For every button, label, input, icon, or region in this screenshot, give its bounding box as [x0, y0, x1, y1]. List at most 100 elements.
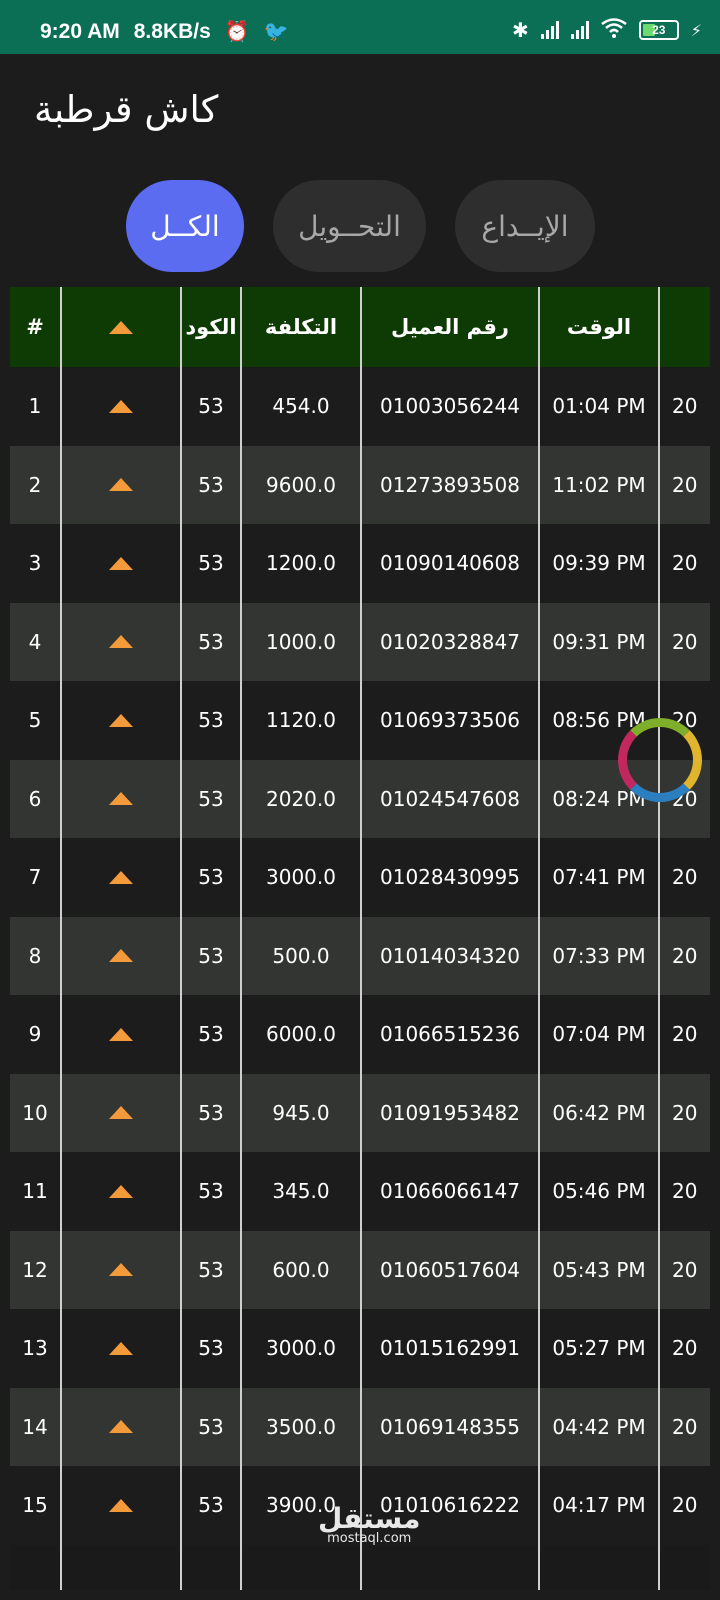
transactions-table[interactable]: # الكود التكلفة رقم العميل الوقت 1 53 454.…	[10, 287, 710, 1590]
row-index: 6	[28, 786, 42, 811]
charging-icon: ⚡	[690, 20, 702, 40]
row-index: 13	[22, 1336, 48, 1361]
row-cost: 9600.0	[266, 472, 336, 497]
row-date: 20	[672, 1414, 698, 1439]
header-code: الكود	[185, 315, 237, 339]
row-time: 11:02 PM	[552, 472, 646, 497]
status-time: 9:20 AM	[40, 20, 120, 43]
row-time: 05:46 PM	[552, 1179, 646, 1204]
column-divider	[180, 287, 182, 1590]
row-client-number: 01028430995	[380, 865, 520, 890]
row-time: 09:39 PM	[552, 551, 646, 576]
row-index: 5	[28, 708, 42, 733]
row-cost: 454.0	[272, 394, 330, 419]
status-right: ✱ 23 ⚡	[512, 18, 702, 42]
row-date: 20	[672, 865, 698, 890]
row-code: 53	[198, 1336, 224, 1361]
battery-level: 23	[652, 23, 666, 37]
row-cost: 945.0	[272, 1100, 330, 1125]
row-index: 4	[28, 629, 42, 654]
row-client-number: 01003056244	[380, 394, 520, 419]
row-date: 20	[672, 1493, 698, 1518]
row-cost: 2020.0	[266, 786, 336, 811]
wifi-icon	[601, 18, 627, 42]
row-date: 20	[672, 1100, 698, 1125]
arrow-up-icon	[62, 1466, 180, 1545]
row-date: 20	[672, 1257, 698, 1282]
battery-icon: 23	[638, 20, 679, 40]
tab-transfer[interactable]: التحــويل	[273, 180, 426, 272]
row-index: 2	[28, 472, 42, 497]
row-date: 20	[672, 394, 698, 419]
row-code: 53	[198, 394, 224, 419]
row-code: 53	[198, 1100, 224, 1125]
row-index: 9	[28, 1022, 42, 1047]
row-time: 04:17 PM	[552, 1493, 646, 1518]
row-code: 53	[198, 472, 224, 497]
row-date: 20	[672, 1022, 698, 1047]
row-cost: 600.0	[272, 1257, 330, 1282]
row-client-number: 01069373506	[380, 708, 520, 733]
bluetooth-icon: ✱	[512, 18, 529, 42]
row-time: 05:43 PM	[552, 1257, 646, 1282]
row-cost: 3000.0	[266, 865, 336, 890]
row-client-number: 01066515236	[380, 1022, 520, 1047]
arrow-up-icon	[62, 1231, 180, 1310]
signal-1-icon	[540, 21, 559, 39]
row-code: 53	[198, 1179, 224, 1204]
row-time: 05:27 PM	[552, 1336, 646, 1361]
column-divider	[360, 287, 362, 1590]
arrow-up-icon	[62, 603, 180, 682]
header-time: الوقت	[566, 315, 632, 339]
row-cost: 6000.0	[266, 1022, 336, 1047]
status-bar: 9:20 AM 8.8KB/s ⏰ 🐦 ✱ 23 ⚡	[0, 0, 720, 54]
row-date: 20	[672, 943, 698, 968]
row-date: 20	[672, 472, 698, 497]
arrow-up-icon	[62, 287, 180, 367]
row-client-number: 01273893508	[380, 472, 520, 497]
row-date: 20	[672, 1336, 698, 1361]
row-client-number: 01060517604	[380, 1257, 520, 1282]
network-speed: 8.8KB/s	[133, 20, 211, 43]
row-cost: 1200.0	[266, 551, 336, 576]
row-code: 53	[198, 943, 224, 968]
row-client-number: 01091953482	[380, 1100, 520, 1125]
row-cost: 3500.0	[266, 1414, 336, 1439]
row-time: 07:41 PM	[552, 865, 646, 890]
row-index: 15	[22, 1493, 48, 1518]
row-date: 20	[672, 629, 698, 654]
row-index: 10	[22, 1100, 48, 1125]
arrow-up-icon	[62, 524, 180, 603]
row-index: 7	[28, 865, 42, 890]
arrow-up-icon	[62, 838, 180, 917]
header-cost: التكلفة	[264, 315, 338, 339]
row-index: 11	[22, 1179, 48, 1204]
column-divider	[538, 287, 540, 1590]
arrow-up-icon	[62, 681, 180, 760]
row-index: 8	[28, 943, 42, 968]
column-divider	[658, 287, 660, 1590]
watermark: مستقل mostaql.com	[318, 1502, 420, 1546]
row-client-number: 01066066147	[380, 1179, 520, 1204]
row-client-number: 01090140608	[380, 551, 520, 576]
arrow-up-icon	[62, 1152, 180, 1231]
row-time: 09:31 PM	[552, 629, 646, 654]
status-left: 9:20 AM 8.8KB/s ⏰ 🐦	[40, 20, 289, 44]
row-index: 12	[22, 1257, 48, 1282]
header-index: #	[26, 315, 44, 339]
row-time: 04:42 PM	[552, 1414, 646, 1439]
row-client-number: 01020328847	[380, 629, 520, 654]
arrow-up-icon	[62, 1074, 180, 1153]
row-code: 53	[198, 551, 224, 576]
tab-deposit[interactable]: الإيــداع	[455, 180, 595, 272]
row-client-number: 01014034320	[380, 943, 520, 968]
signal-2-icon	[570, 21, 589, 39]
row-index: 3	[28, 551, 42, 576]
row-index: 1	[28, 394, 42, 419]
row-cost: 1120.0	[266, 708, 336, 733]
row-time: 01:04 PM	[552, 394, 646, 419]
tab-all[interactable]: الكــل	[126, 180, 244, 272]
loading-spinner-icon	[618, 718, 702, 802]
arrow-up-icon	[62, 760, 180, 839]
row-client-number: 01015162991	[380, 1336, 520, 1361]
